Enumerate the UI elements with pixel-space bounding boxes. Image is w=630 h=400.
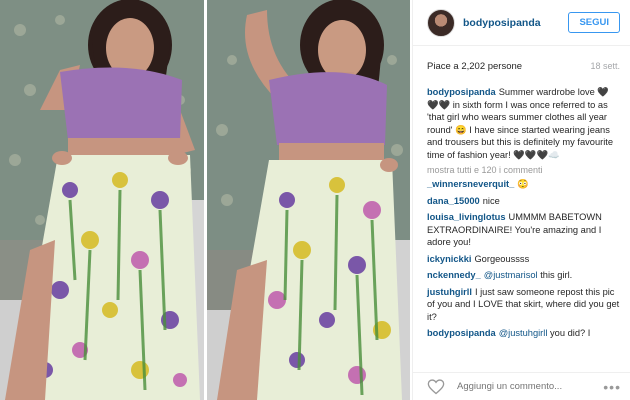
caption-text: Summer wardrobe love 🖤🖤🖤 in sixth form I… (427, 87, 614, 160)
post-header: bodyposipanda SEGUI (413, 0, 630, 46)
add-comment-bar: ••• (413, 372, 630, 400)
comment-username[interactable]: bodyposipanda (427, 328, 496, 338)
comment-username[interactable]: justuhgirll (427, 287, 472, 297)
username-link[interactable]: bodyposipanda (463, 17, 568, 29)
post-caption: bodyposipanda Summer wardrobe love 🖤🖤🖤 in… (427, 86, 620, 161)
comment-text: nice (482, 195, 500, 206)
likes-count[interactable]: Piace a 2,202 persone (427, 61, 522, 72)
comment-username[interactable]: ickynickki (427, 254, 471, 264)
comment-item: _winnersneverquit_ 😳 (427, 178, 620, 191)
comment-text: this girl. (540, 270, 573, 280)
comment-text: Gorgeoussss (474, 253, 530, 264)
comment-item: nckennedy_ @justmarisol this girl. (427, 269, 620, 282)
follow-button[interactable]: SEGUI (568, 12, 620, 33)
photo-right-panel (207, 0, 410, 400)
post-photo[interactable] (0, 0, 410, 400)
comment-input[interactable] (457, 381, 587, 392)
comment-mention[interactable]: @justuhgirll (499, 328, 548, 338)
comments-list: bodyposipanda Summer wardrobe love 🖤🖤🖤 in… (413, 86, 630, 340)
photo-left-panel (0, 0, 204, 400)
more-options-icon[interactable]: ••• (603, 380, 621, 394)
comment-item: ickynickki Gorgeoussss (427, 253, 620, 266)
comment-item: bodyposipanda @justuhgirll you did? I (427, 327, 620, 340)
comment-username[interactable]: nckennedy_ (427, 270, 481, 280)
avatar[interactable] (427, 8, 455, 37)
comment-item: dana_15000 nice (427, 195, 620, 208)
comment-item: louisa_livinglotus UMMMM BABETOWN EXTRAOR… (427, 211, 620, 249)
comment-text: you did? I (550, 328, 591, 338)
comment-item: justuhgirll I just saw someone repost thi… (427, 286, 620, 324)
post-sidebar: bodyposipanda SEGUI Piace a 2,202 person… (412, 0, 630, 400)
comment-mention[interactable]: @justmarisol (484, 270, 538, 280)
show-all-comments-link[interactable]: mostra tutti e 120 i commenti (427, 165, 620, 175)
post-date[interactable]: 18 sett. (590, 61, 620, 71)
comment-username[interactable]: _winnersneverquit_ (427, 179, 514, 189)
caption-username[interactable]: bodyposipanda (427, 87, 496, 97)
comment-username[interactable]: louisa_livinglotus (427, 212, 506, 222)
likes-row: Piace a 2,202 persone 18 sett. (413, 46, 630, 86)
comment-text: 😳 (517, 179, 529, 189)
comment-username[interactable]: dana_15000 (427, 196, 480, 206)
heart-icon[interactable] (427, 378, 445, 395)
